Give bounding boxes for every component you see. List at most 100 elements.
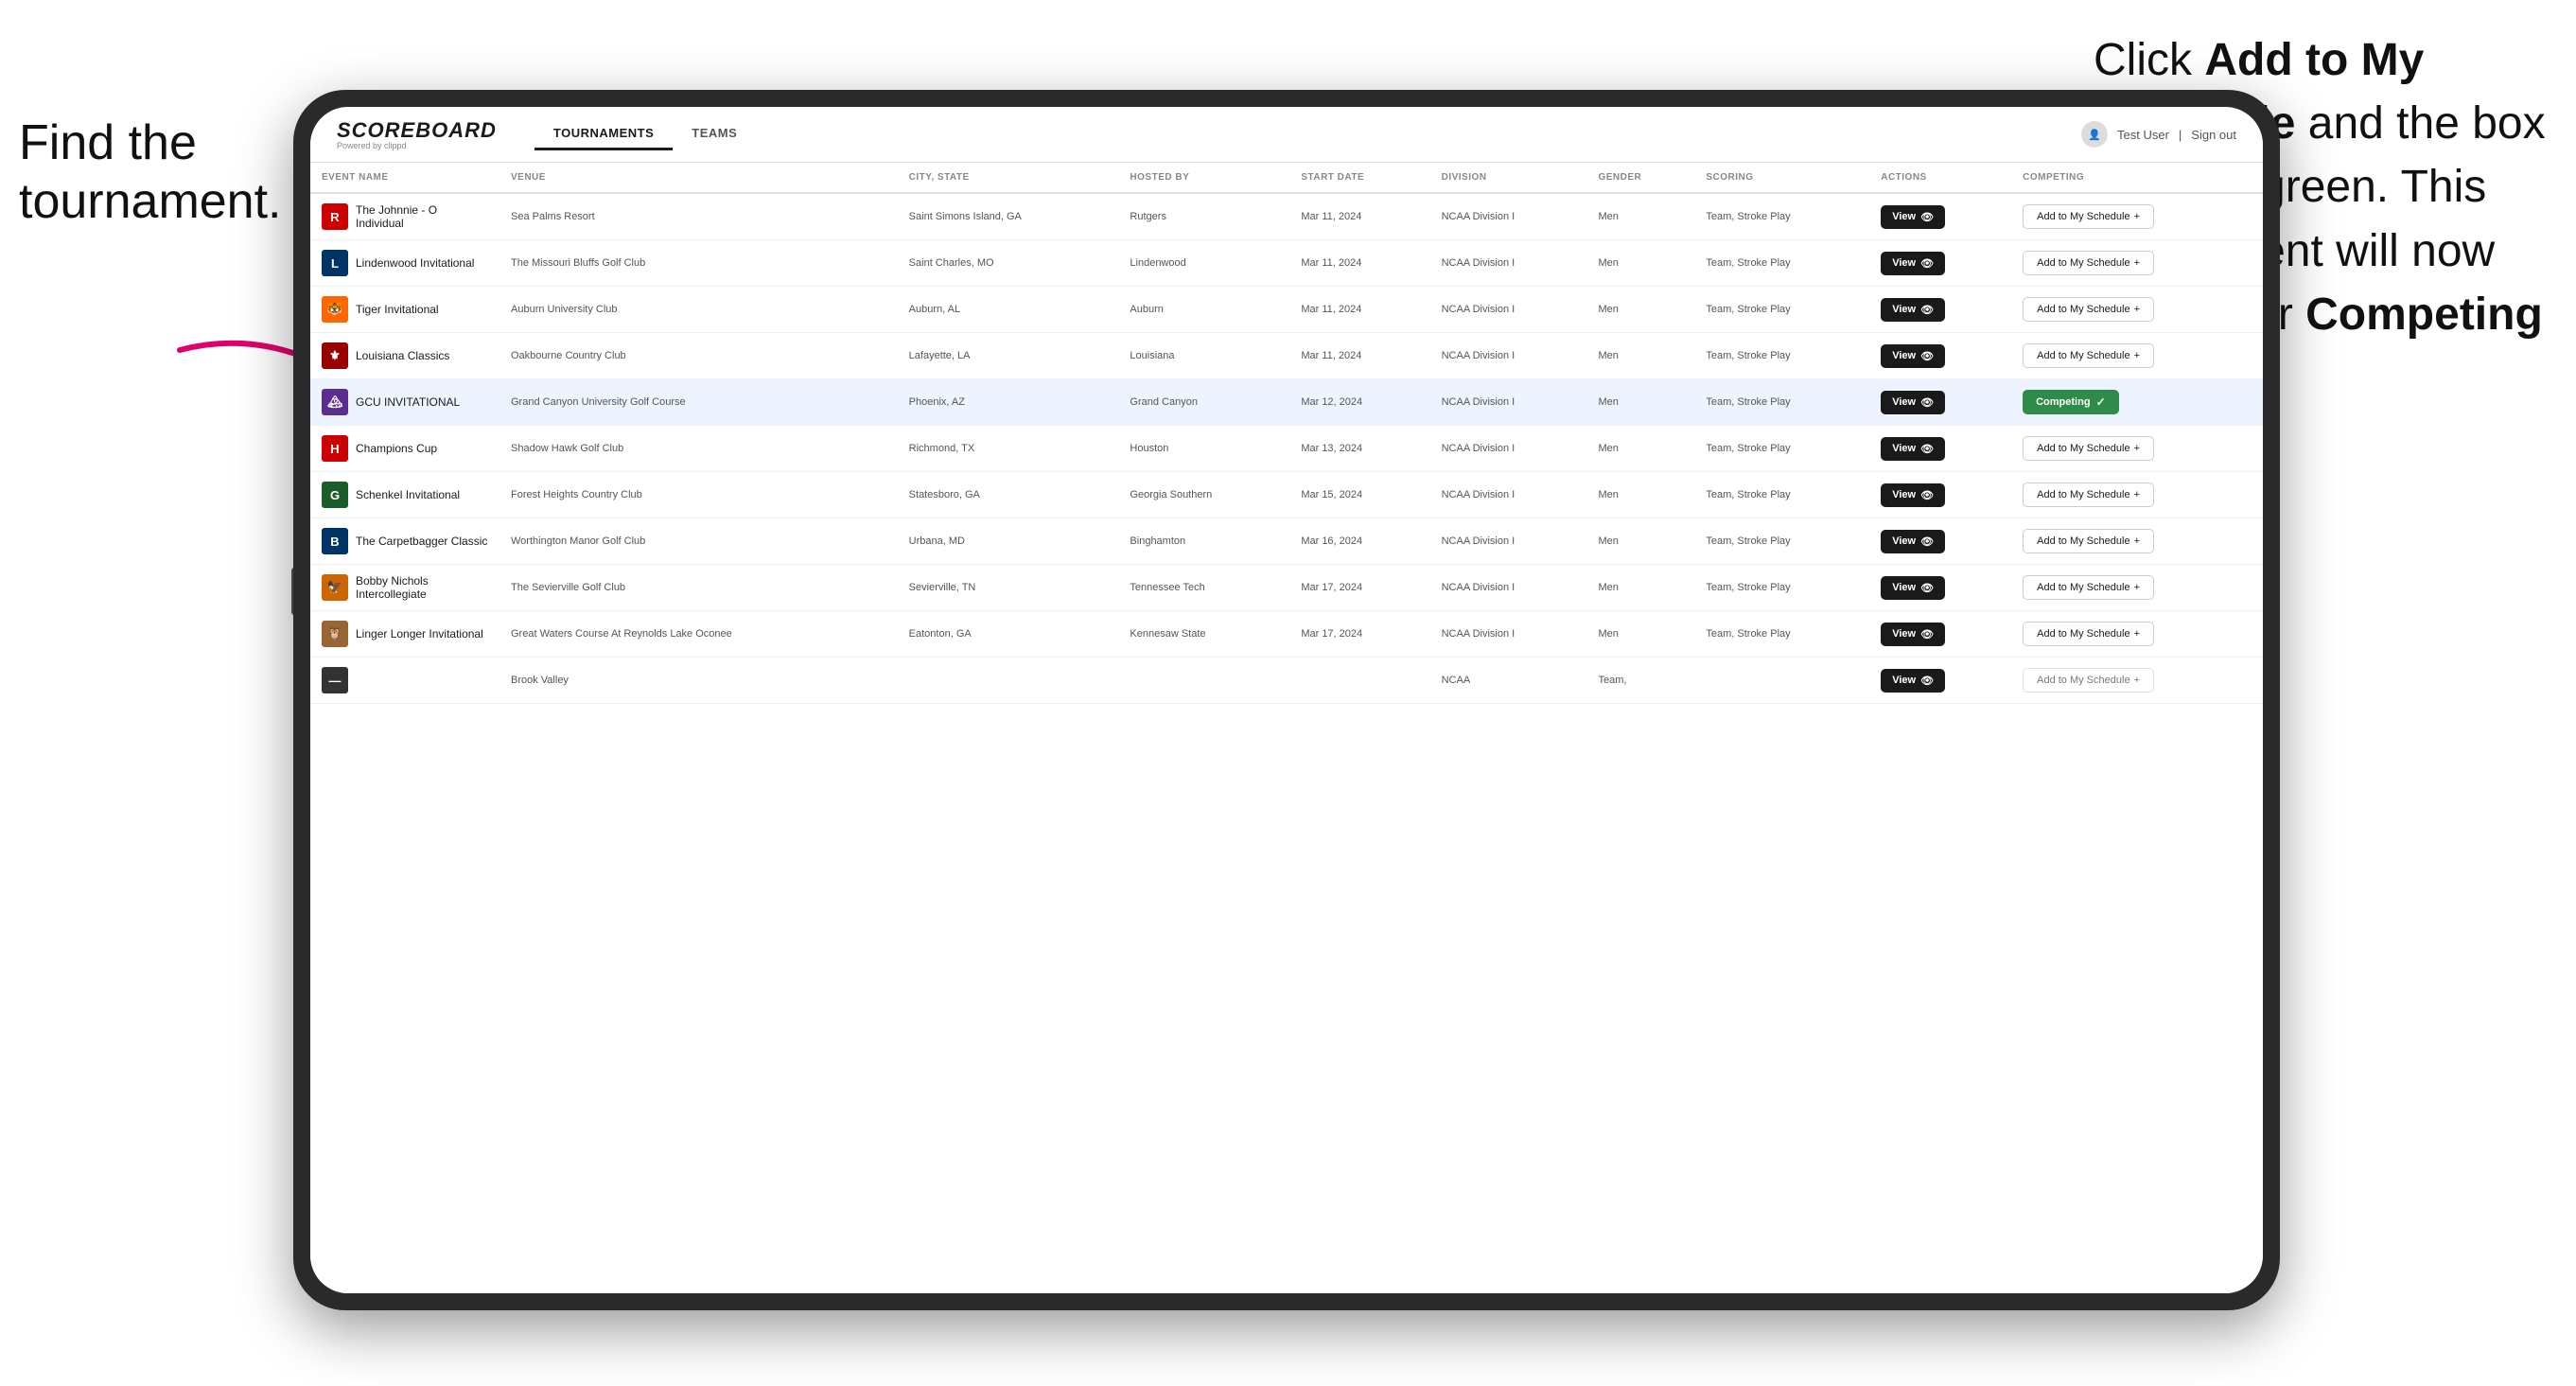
add-schedule-label: Add to My Schedule xyxy=(2037,535,2129,547)
view-button[interactable]: View 👁 xyxy=(1881,483,1945,507)
view-button[interactable]: View 👁 xyxy=(1881,252,1945,275)
plus-icon: + xyxy=(2134,304,2140,315)
add-to-schedule-button[interactable]: Add to My Schedule + xyxy=(2023,529,2154,553)
cell-hosted_by: Grand Canyon xyxy=(1118,379,1289,426)
cell-division: NCAA Division I xyxy=(1430,518,1587,565)
view-button[interactable]: View 👁 xyxy=(1881,391,1945,414)
cell-start_date: Mar 16, 2024 xyxy=(1289,518,1429,565)
event-name-text: Schenkel Invitational xyxy=(356,488,460,501)
tab-tournaments[interactable]: TOURNAMENTS xyxy=(534,118,673,150)
cell-venue: Shadow Hawk Golf Club xyxy=(499,426,898,472)
event-name-text: The Carpetbagger Classic xyxy=(356,535,487,548)
actions-cell: View 👁 xyxy=(1869,658,2011,704)
cell-city_state: Auburn, AL xyxy=(898,287,1119,333)
sign-out-link[interactable]: Sign out xyxy=(2191,128,2236,142)
team-logo: H xyxy=(322,435,348,462)
cell-venue: Oakbourne Country Club xyxy=(499,333,898,379)
competing-cell: Add to My Schedule + xyxy=(2011,565,2263,611)
competing-button[interactable]: Competing ✓ xyxy=(2023,390,2119,414)
user-name: Test User xyxy=(2117,128,2169,142)
table-row: H Champions Cup Shadow Hawk Golf ClubRic… xyxy=(310,426,2263,472)
cell-hosted_by: Kennesaw State xyxy=(1118,611,1289,658)
add-to-schedule-button[interactable]: Add to My Schedule + xyxy=(2023,297,2154,322)
cell-gender: Men xyxy=(1586,287,1694,333)
competing-cell: Add to My Schedule + xyxy=(2011,193,2263,240)
eye-icon: 👁 xyxy=(1920,396,1934,409)
add-to-schedule-button[interactable]: Add to My Schedule + xyxy=(2023,204,2154,229)
event-name-cell: 🏔 GCU INVITATIONAL xyxy=(310,379,499,426)
cell-venue: Auburn University Club xyxy=(499,287,898,333)
add-schedule-label: Add to My Schedule xyxy=(2037,443,2129,454)
event-name-cell: 🦉 Linger Longer Invitational xyxy=(310,611,499,658)
event-name-cell: 🐯 Tiger Invitational xyxy=(310,287,499,333)
cell-scoring: Team, Stroke Play xyxy=(1694,426,1869,472)
annotation-right-intro: Click xyxy=(2094,35,2204,85)
plus-icon: + xyxy=(2134,257,2140,269)
cell-hosted_by: Houston xyxy=(1118,426,1289,472)
add-schedule-label: Add to My Schedule xyxy=(2037,257,2129,269)
nav-tabs: TOURNAMENTS TEAMS xyxy=(534,118,756,150)
header-right: 👤 Test User | Sign out xyxy=(2081,121,2236,148)
view-button[interactable]: View 👁 xyxy=(1881,298,1945,322)
view-button[interactable]: View 👁 xyxy=(1881,669,1945,693)
add-to-schedule-button[interactable]: Add to My Schedule + xyxy=(2023,622,2154,646)
eye-icon: 👁 xyxy=(1920,304,1934,316)
cell-gender: Men xyxy=(1586,426,1694,472)
cell-scoring: Team, Stroke Play xyxy=(1694,379,1869,426)
eye-icon: 👁 xyxy=(1920,489,1934,501)
team-logo: 🦅 xyxy=(322,574,348,601)
col-competing: COMPETING xyxy=(2011,163,2263,193)
col-city-state: CITY, STATE xyxy=(898,163,1119,193)
table-row: G Schenkel Invitational Forest Heights C… xyxy=(310,472,2263,518)
cell-scoring: Team, Stroke Play xyxy=(1694,565,1869,611)
event-name-text: GCU INVITATIONAL xyxy=(356,395,460,409)
view-button[interactable]: View 👁 xyxy=(1881,530,1945,553)
cell-start_date: Mar 11, 2024 xyxy=(1289,333,1429,379)
actions-cell: View 👁 xyxy=(1869,193,2011,240)
cell-venue: Forest Heights Country Club xyxy=(499,472,898,518)
check-icon: ✓ xyxy=(2096,395,2106,409)
add-to-schedule-button-partial[interactable]: Add to My Schedule + xyxy=(2023,668,2154,693)
team-logo: L xyxy=(322,250,348,276)
add-to-schedule-button[interactable]: Add to My Schedule + xyxy=(2023,482,2154,507)
user-avatar: 👤 xyxy=(2081,121,2108,148)
add-to-schedule-button[interactable]: Add to My Schedule + xyxy=(2023,251,2154,275)
cell-scoring: Team, Stroke Play xyxy=(1694,240,1869,287)
table-row: 🏔 GCU INVITATIONAL Grand Canyon Universi… xyxy=(310,379,2263,426)
view-button[interactable]: View 👁 xyxy=(1881,205,1945,229)
plus-icon: + xyxy=(2134,350,2140,361)
competing-cell: Add to My Schedule + xyxy=(2011,287,2263,333)
view-button[interactable]: View 👁 xyxy=(1881,437,1945,461)
competing-cell: Add to My Schedule + xyxy=(2011,472,2263,518)
event-name-text: Tiger Invitational xyxy=(356,303,439,316)
cell-scoring: Team, Stroke Play xyxy=(1694,333,1869,379)
cell-division: NCAA Division I xyxy=(1430,193,1587,240)
tab-teams[interactable]: TEAMS xyxy=(673,118,756,150)
col-actions: ACTIONS xyxy=(1869,163,2011,193)
view-button[interactable]: View 👁 xyxy=(1881,623,1945,646)
competing-cell: Add to My Schedule + xyxy=(2011,333,2263,379)
event-name-cell: — xyxy=(310,658,499,704)
team-logo: G xyxy=(322,482,348,508)
cell-venue: Great Waters Course At Reynolds Lake Oco… xyxy=(499,611,898,658)
tablet-frame: SCOREBOARD Powered by clippd TOURNAMENTS… xyxy=(293,90,2280,1310)
view-button[interactable]: View 👁 xyxy=(1881,576,1945,600)
add-to-schedule-button[interactable]: Add to My Schedule + xyxy=(2023,436,2154,461)
cell-hosted_by xyxy=(1118,658,1289,704)
col-hosted-by: HOSTED BY xyxy=(1118,163,1289,193)
cell-venue: The Missouri Bluffs Golf Club xyxy=(499,240,898,287)
col-start-date: START DATE xyxy=(1289,163,1429,193)
actions-cell: View 👁 xyxy=(1869,518,2011,565)
cell-start_date: Mar 15, 2024 xyxy=(1289,472,1429,518)
cell-hosted_by: Binghamton xyxy=(1118,518,1289,565)
view-button[interactable]: View 👁 xyxy=(1881,344,1945,368)
eye-icon: 👁 xyxy=(1920,350,1934,362)
cell-scoring: Team, Stroke Play xyxy=(1694,472,1869,518)
cell-division: NCAA Division I xyxy=(1430,333,1587,379)
add-schedule-label: Add to My Schedule xyxy=(2037,211,2129,222)
cell-start_date: Mar 17, 2024 xyxy=(1289,611,1429,658)
add-schedule-label: Add to My Schedule xyxy=(2037,675,2129,686)
eye-icon: 👁 xyxy=(1920,675,1934,687)
add-to-schedule-button[interactable]: Add to My Schedule + xyxy=(2023,343,2154,368)
add-to-schedule-button[interactable]: Add to My Schedule + xyxy=(2023,575,2154,600)
